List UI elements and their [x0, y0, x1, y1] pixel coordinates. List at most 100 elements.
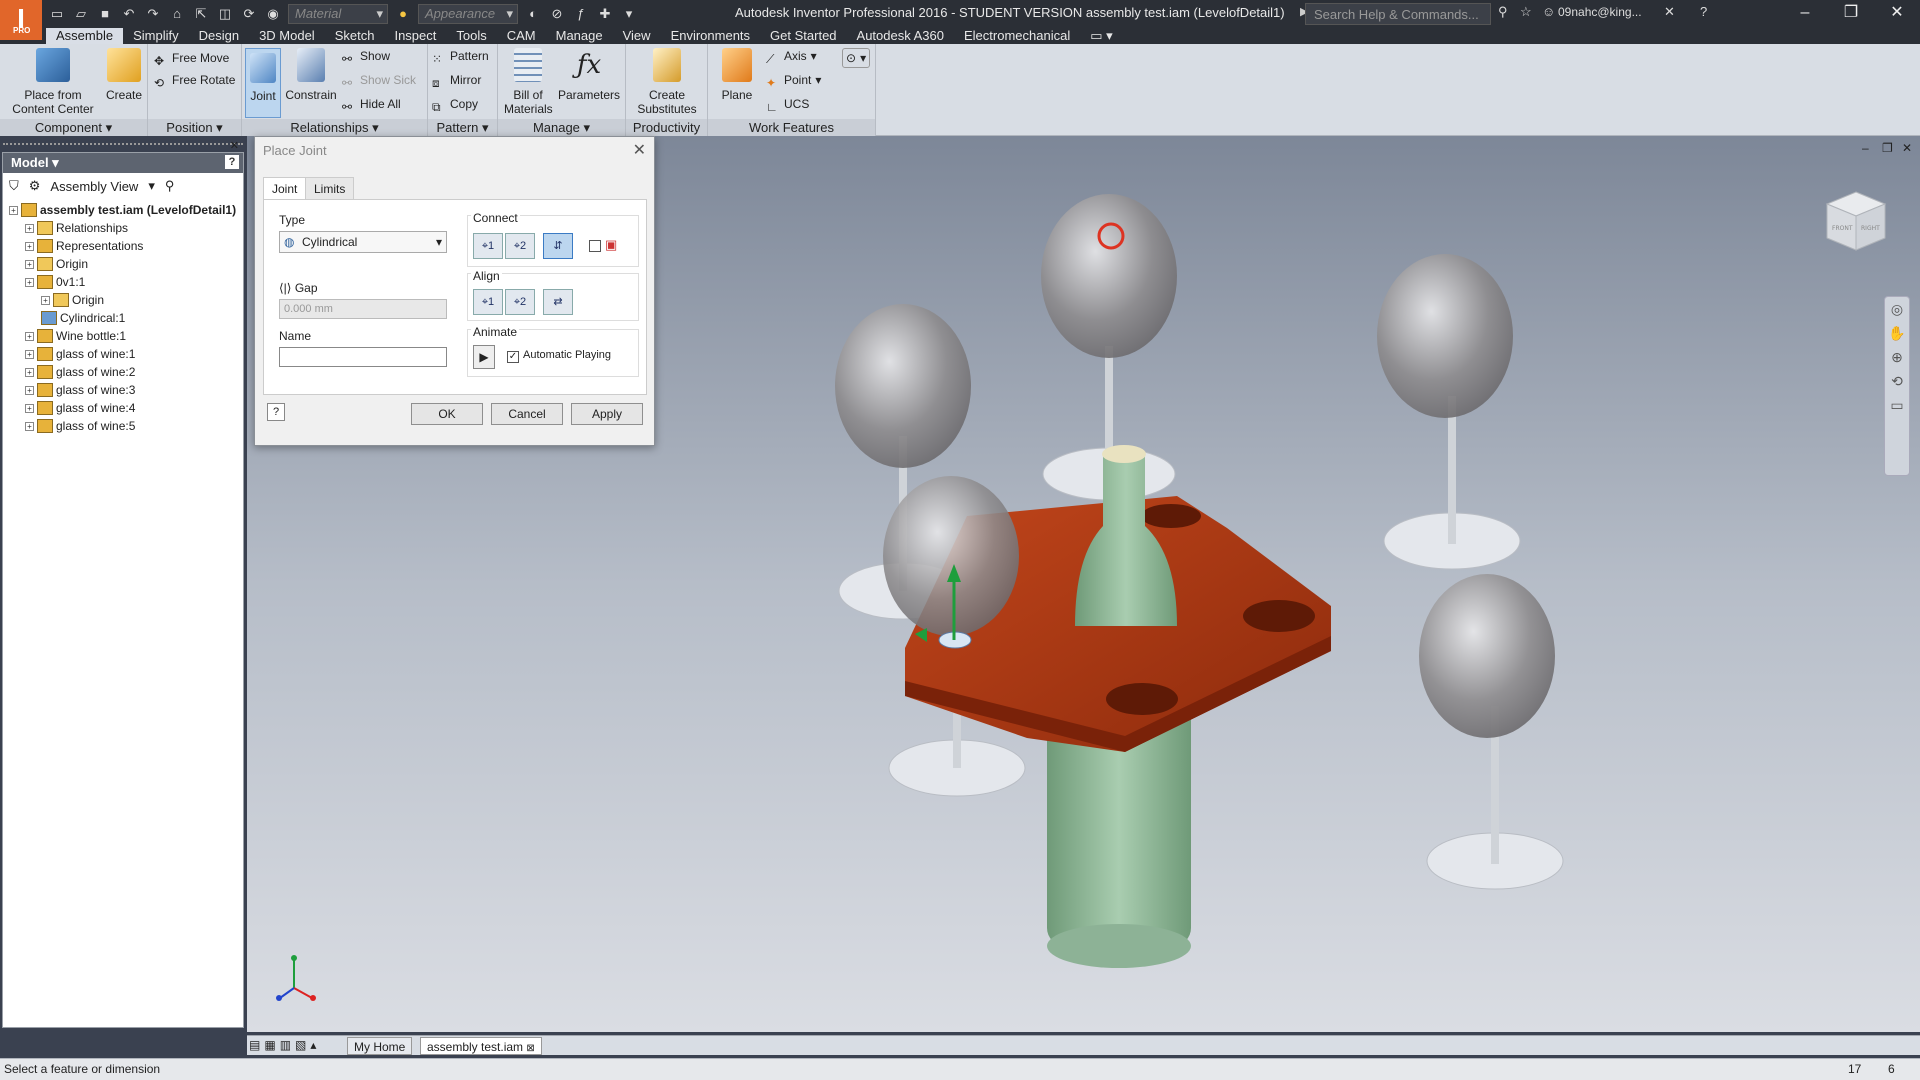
tree-node-glass-of-wine-2[interactable]: + glass of wine:2 [25, 363, 135, 381]
gap-input[interactable]: 0.000 mm [279, 299, 447, 319]
tree-node-assembly-root[interactable]: + assembly test.iam (LevelofDetail1) [9, 201, 236, 219]
tab-limits[interactable]: Limits [305, 177, 355, 199]
fx-icon[interactable]: ƒ [572, 5, 590, 23]
component-panel-label[interactable]: Component ▾ [0, 119, 147, 136]
close-window-button[interactable]: ✕ [1874, 0, 1920, 28]
ribbon-options-icon[interactable]: ▭ ▾ [1080, 28, 1122, 44]
dialog-help-button[interactable]: ? [267, 403, 285, 421]
material-select[interactable]: Material [288, 4, 388, 24]
tab-cam[interactable]: CAM [497, 28, 546, 44]
tab-get-started[interactable]: Get Started [760, 28, 846, 44]
color-icon[interactable]: ◉ [264, 5, 282, 23]
tab-my-home[interactable]: My Home [347, 1037, 413, 1055]
cascade-icon[interactable]: ▧ [295, 1038, 306, 1052]
tab-assemble[interactable]: Assemble [46, 28, 124, 44]
home-icon[interactable]: ⌂ [168, 5, 186, 23]
parameters-button[interactable]: ƒx Parameters [556, 48, 622, 102]
joint-button[interactable]: Joint [245, 48, 281, 118]
align-2-button[interactable]: ⌖2 [505, 289, 535, 315]
tab-simplify[interactable]: Simplify [123, 28, 189, 44]
connect-origin-1-button[interactable]: ⌖1 [473, 233, 503, 259]
tab-close-icon[interactable]: ⊠ [526, 1043, 534, 1054]
clear-icon[interactable]: ⊘ [548, 5, 566, 23]
ucs-button[interactable]: ∟ UCS [766, 94, 809, 114]
flip-component-button[interactable]: ⇵ [543, 233, 573, 259]
tab-menu-icon[interactable]: ▴ [310, 1038, 316, 1052]
mirror-button[interactable]: ⧈ Mirror [432, 70, 481, 90]
qat-dropdown-icon[interactable]: ▾ [620, 5, 638, 23]
tab-3d-model[interactable]: 3D Model [249, 28, 325, 44]
expand-icon[interactable]: + [25, 385, 34, 395]
tree-node-wine-bottle[interactable]: + Wine bottle:1 [25, 327, 126, 345]
appearance-select[interactable]: Appearance [418, 4, 518, 24]
position-panel-label[interactable]: Position ▾ [148, 119, 241, 136]
copy-button[interactable]: ⧉ Copy [432, 94, 478, 114]
tab-tools[interactable]: Tools [446, 28, 496, 44]
connect-checkbox[interactable] [589, 240, 601, 252]
invert-alignment-button[interactable]: ⇄ [543, 289, 573, 315]
restore-button[interactable]: ❐ [1828, 0, 1874, 28]
tree-node-representations[interactable]: + Representations [25, 237, 143, 255]
pan-icon[interactable]: ✋ [1885, 321, 1909, 345]
dialog-close-icon[interactable]: ✕ [633, 140, 646, 160]
redo-icon[interactable]: ↷ [144, 5, 162, 23]
tab-autodesk-a360[interactable]: Autodesk A360 [847, 28, 954, 44]
tile-horizontal-icon[interactable]: ▦ [264, 1038, 275, 1052]
user-name[interactable]: 09nahc@king... [1558, 5, 1642, 19]
expand-icon[interactable]: + [25, 223, 34, 233]
tab-environments[interactable]: Environments [661, 28, 760, 44]
align-1-button[interactable]: ⌖1 [473, 289, 503, 315]
viewport-restore-icon[interactable]: ❐ [1882, 141, 1893, 155]
ribbon-extra-dropdown[interactable]: ⊙ ▾ [842, 48, 871, 68]
steering-wheel-icon[interactable]: ◎ [1885, 297, 1909, 321]
tab-manage[interactable]: Manage [546, 28, 613, 44]
create-button[interactable]: Create [104, 48, 144, 102]
tab-inspect[interactable]: Inspect [384, 28, 446, 44]
tab-assembly-test[interactable]: assembly test.iam ⊠ [420, 1037, 542, 1055]
viewport-close-icon[interactable]: ✕ [1902, 141, 1912, 155]
bill-of-materials-button[interactable]: Bill of Materials [504, 48, 553, 116]
view-dropdown-icon[interactable]: ▾ [148, 178, 155, 194]
point-button[interactable]: ✦ Point ▾ [766, 70, 821, 90]
tab-design[interactable]: Design [189, 28, 249, 44]
pattern-button[interactable]: ⁙ Pattern [432, 46, 489, 66]
view-cube[interactable]: FRONT RIGHT [1821, 186, 1891, 256]
glass-of-wine-3[interactable] [1377, 254, 1521, 570]
tree-node-glass-of-wine-5[interactable]: + glass of wine:5 [25, 417, 135, 435]
tab-electromechanical[interactable]: Electromechanical [954, 28, 1080, 44]
automatic-playing-checkbox[interactable]: ✓ [507, 351, 519, 363]
type-select[interactable]: ◍ Cylindrical ▾ [279, 231, 447, 253]
tree-node-part-0v1[interactable]: +0v1:1 [25, 273, 85, 291]
expand-icon[interactable]: + [25, 403, 34, 413]
look-at-icon[interactable]: ▭ [1885, 393, 1909, 417]
play-animation-button[interactable]: ▶ [473, 345, 495, 369]
open-icon[interactable]: ▱ [72, 5, 90, 23]
axis-button[interactable]: ⟋ Axis ▾ [766, 46, 817, 66]
hide-all-button[interactable]: ⚯ Hide All [342, 94, 401, 114]
adjust-icon[interactable]: ◐ [524, 5, 542, 23]
star-icon[interactable]: ☆ [1520, 4, 1532, 20]
create-substitutes-button[interactable]: Create Substitutes [632, 48, 702, 116]
free-move-button[interactable]: ✥ Free Move [154, 48, 229, 68]
place-from-content-center-button[interactable]: Place from Content Center [6, 48, 100, 116]
new-icon[interactable]: ▭ [48, 5, 66, 23]
orbit-icon[interactable]: ⟲ [1885, 369, 1909, 393]
expand-icon[interactable]: + [25, 331, 34, 341]
tree-node-cylindrical-joint[interactable]: Cylindrical:1 [41, 309, 125, 327]
plane-button[interactable]: Plane [716, 48, 758, 102]
tile-vertical-icon[interactable]: ▥ [280, 1038, 291, 1052]
tile-icon[interactable]: ▤ [249, 1038, 260, 1052]
measure-icon[interactable]: ✚ [596, 5, 614, 23]
constrain-button[interactable]: Constrain [284, 48, 338, 102]
tree-node-glass-of-wine-1[interactable]: + glass of wine:1 [25, 345, 135, 363]
viewport-minimize-icon[interactable]: – [1862, 141, 1869, 155]
ok-button[interactable]: OK [411, 403, 483, 425]
tree-node-relationships[interactable]: + Relationships [25, 219, 128, 237]
browser-close-icon[interactable]: ✕ [230, 139, 239, 152]
expand-icon[interactable]: + [9, 205, 18, 215]
find-binoculars-icon[interactable]: ⚲ [165, 178, 175, 194]
expand-icon[interactable]: + [25, 349, 34, 359]
save-icon[interactable]: ■ [96, 5, 114, 23]
tree-node-glass-of-wine-3[interactable]: + glass of wine:3 [25, 381, 135, 399]
tree-node-part-origin[interactable]: + Origin [41, 291, 104, 309]
